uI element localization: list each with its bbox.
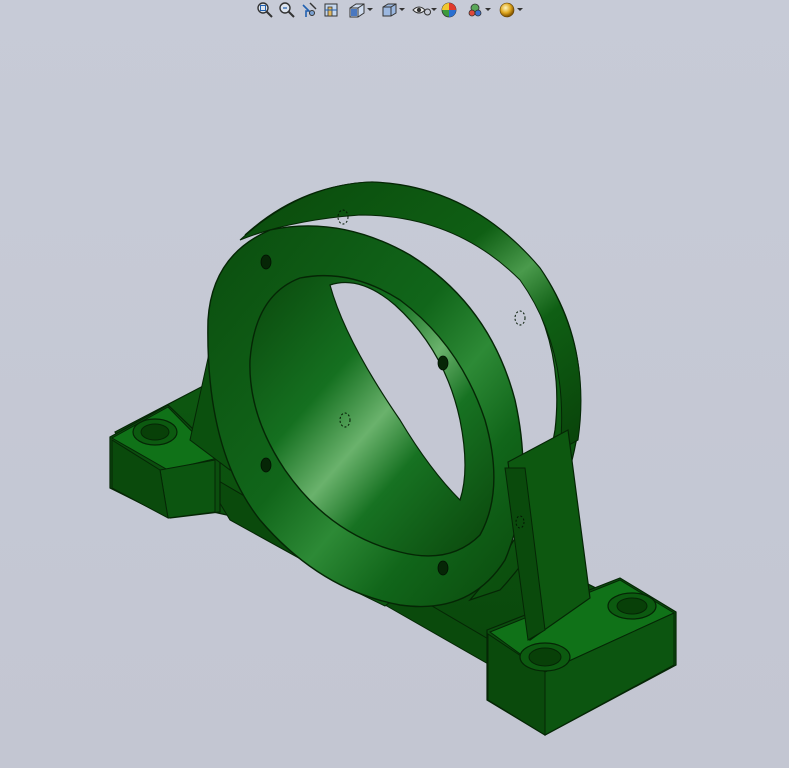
- previous-view-button[interactable]: [299, 0, 319, 20]
- chevron-down-icon: [517, 8, 523, 11]
- display-style-button[interactable]: [375, 0, 405, 20]
- zoom-to-fit-button[interactable]: [255, 0, 275, 20]
- view-orientation-button[interactable]: [343, 0, 373, 20]
- screw-hole: [437, 355, 449, 371]
- screw-hole: [437, 560, 449, 576]
- chevron-down-icon: [399, 8, 405, 11]
- view-settings-button[interactable]: [493, 0, 523, 20]
- view-settings-icon: [499, 2, 515, 18]
- edit-appearance-icon: [441, 2, 457, 18]
- chevron-down-icon: [367, 8, 373, 11]
- section-view-icon: [324, 3, 338, 17]
- screw-hole: [260, 254, 272, 270]
- chevron-down-icon: [485, 8, 491, 11]
- graphics-area[interactable]: [0, 22, 789, 768]
- hide-show-items-button[interactable]: [407, 0, 437, 20]
- view-orientation-icon: [349, 3, 365, 18]
- zoom-to-area-icon: [279, 2, 295, 18]
- apply-scene-icon: [468, 3, 482, 17]
- chevron-down-icon: [431, 8, 437, 11]
- previous-view-icon: [302, 2, 317, 17]
- apply-scene-button[interactable]: [461, 0, 491, 20]
- zoom-to-fit-icon: [257, 2, 273, 18]
- edit-appearance-button[interactable]: [439, 0, 459, 20]
- zoom-to-area-button[interactable]: [277, 0, 297, 20]
- screw-hole: [260, 457, 272, 473]
- hide-show-items-icon: [412, 6, 431, 16]
- section-view-button[interactable]: [321, 0, 341, 20]
- display-style-icon: [382, 3, 397, 17]
- heads-up-view-toolbar: [255, 0, 523, 20]
